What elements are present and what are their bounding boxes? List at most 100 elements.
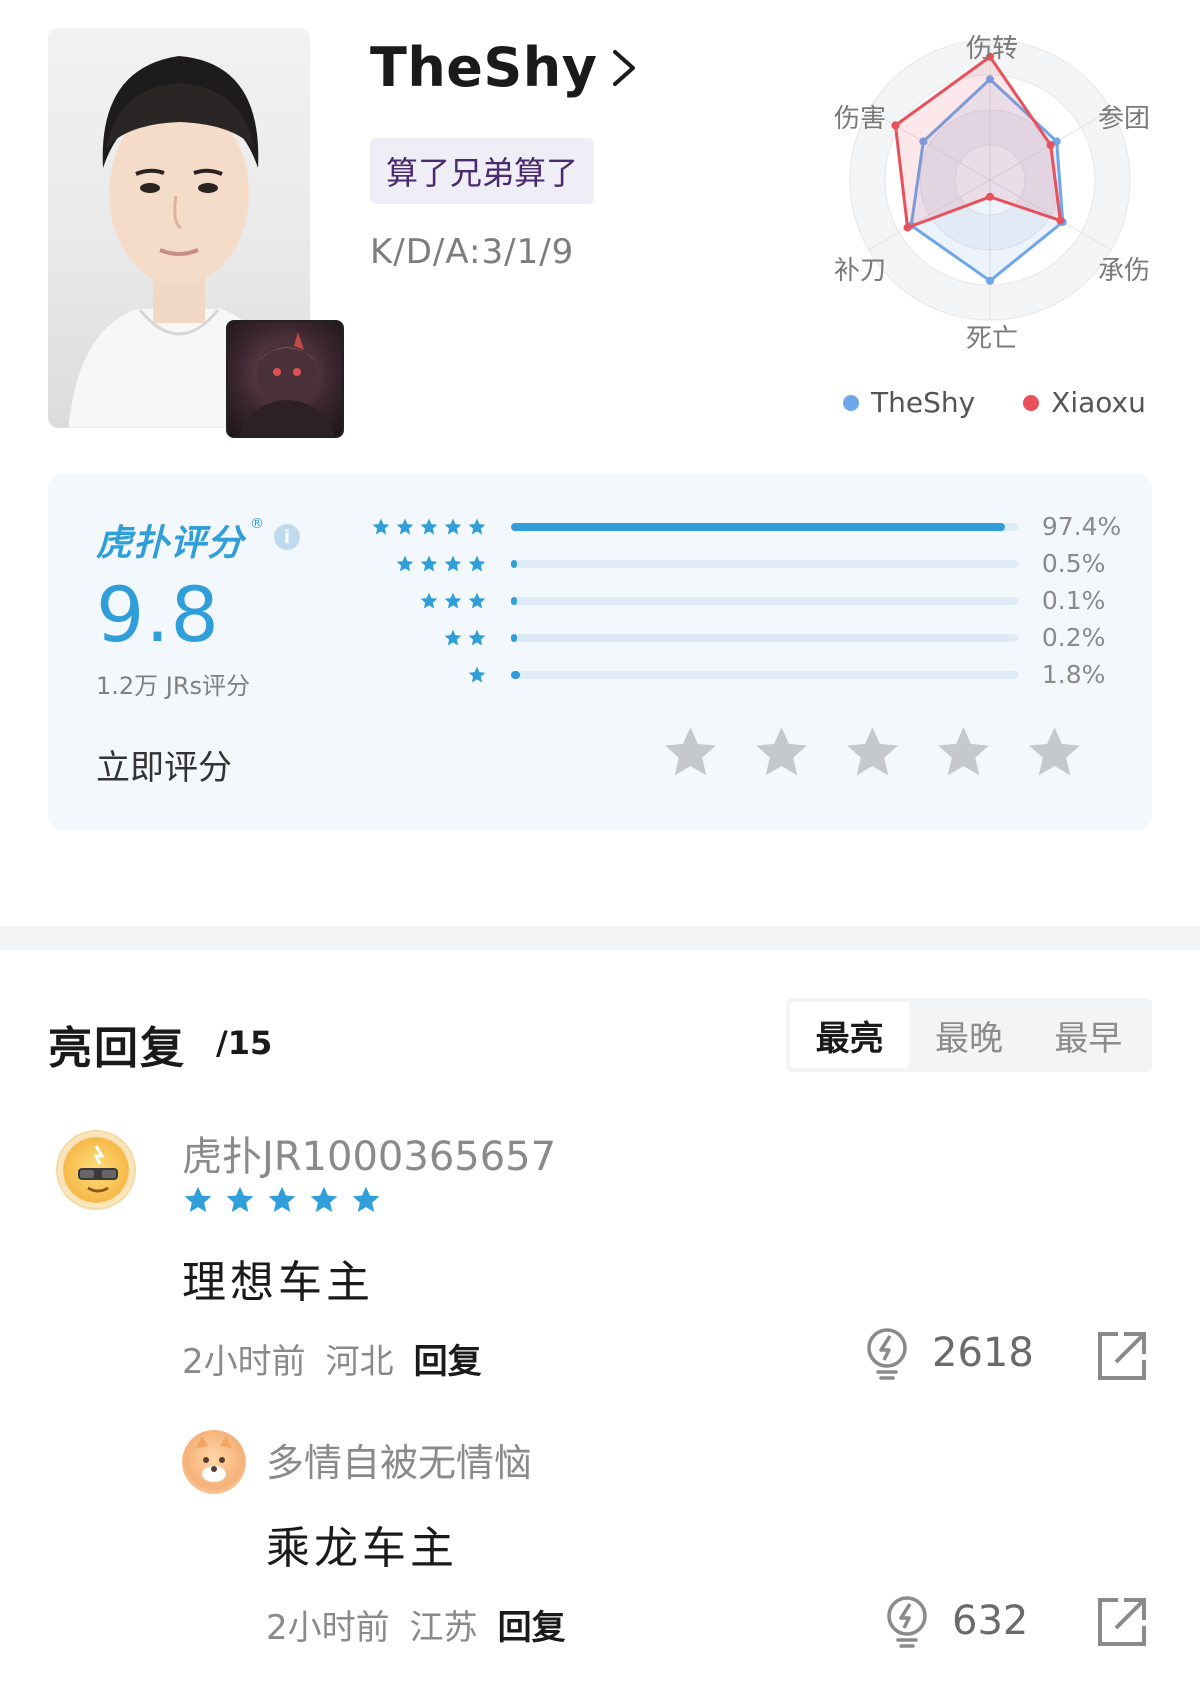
light-button[interactable]: 632: [884, 1594, 1028, 1648]
distribution-percent: 97.4%: [1041, 512, 1122, 541]
star-icon: [226, 1186, 254, 1212]
distribution-bar: [510, 670, 1018, 679]
star-icon: [468, 518, 486, 534]
tab-brightest[interactable]: 最亮: [790, 1002, 910, 1068]
legend-label-xiaoxu: Xiaoxu: [1051, 386, 1146, 419]
star-icon: [468, 629, 486, 645]
info-icon[interactable]: i: [274, 524, 301, 550]
legend-item-xiaoxu: Xiaoxu: [1023, 386, 1146, 419]
distribution-row-1-star: 1.8%: [328, 656, 1128, 693]
radar-point-xiaoxu: [891, 121, 900, 130]
distribution-bar: [510, 522, 1018, 531]
radar-point-xiaoxu: [1046, 141, 1055, 149]
avatar[interactable]: [56, 1130, 136, 1210]
rating-count: 1.2万 JRs评分: [96, 672, 251, 700]
radar-legend: TheShy Xiaoxu: [843, 386, 1146, 419]
distribution-percent: 1.8%: [1041, 660, 1106, 689]
light-count: 2618: [932, 1330, 1034, 1376]
tab-earliest[interactable]: 最早: [1029, 1002, 1148, 1068]
radar-label-deaths: 死亡: [966, 324, 1019, 354]
star-icon: [184, 1186, 212, 1212]
comment-username[interactable]: 多情自被无情恼: [266, 1432, 532, 1487]
distribution-row-5-star: 97.4%: [328, 508, 1128, 545]
rate-stars[interactable]: [660, 722, 1085, 783]
section-divider: [0, 926, 1200, 950]
star-icon: [444, 555, 462, 571]
radar-chart: 伤转 参团 承伤 死亡 补刀 伤害: [810, 18, 1170, 358]
distribution-bar: [510, 596, 1018, 605]
star-icon: [420, 592, 438, 608]
radar-point-xiaoxu: [1056, 216, 1065, 225]
legend-dot-theshy: [843, 394, 859, 411]
comment-time: 2小时前: [182, 1342, 306, 1382]
star-icon: [444, 629, 462, 645]
legend-label-theshy: TheShy: [871, 386, 976, 419]
distribution-percent: 0.2%: [1041, 623, 1106, 652]
distribution-row-3-star: 0.1%: [328, 582, 1128, 619]
distribution-row-2-star: 0.2%: [328, 619, 1128, 656]
comment-meta: 2小时前 江苏 回复: [266, 1600, 566, 1649]
distribution-stars: [328, 554, 487, 574]
distribution-bar-fill: [510, 559, 517, 568]
comment-text: 理想车主: [182, 1257, 374, 1308]
rating-score: 9.8: [96, 570, 220, 659]
comment-location: 河北: [325, 1342, 394, 1382]
distribution-percent: 0.5%: [1041, 549, 1106, 578]
avatar[interactable]: [182, 1430, 246, 1494]
kda-stat: K/D/A:3/1/9: [370, 232, 575, 272]
star-icon: [444, 518, 462, 534]
radar-svg: [849, 39, 1131, 321]
star-icon: [420, 555, 438, 571]
rate-star-4-icon[interactable]: [933, 722, 994, 783]
player-name: TheShy: [370, 36, 598, 99]
player-title-tag: 算了兄弟算了: [370, 138, 595, 204]
star-icon: [468, 555, 486, 571]
rate-star-5-icon[interactable]: [1024, 722, 1085, 783]
comment-username[interactable]: 虎扑JR1000365657: [182, 1124, 556, 1182]
rating-card: 虎扑评分 ® i 9.8 1.2万 JRs评分 立即评分 97.4% 0.5% 0.…: [48, 474, 1152, 830]
radar-label-damage-taken: 承伤: [1098, 256, 1151, 286]
distribution-bar: [510, 559, 1018, 568]
reply-button[interactable]: 回复: [498, 1600, 566, 1649]
reply-button[interactable]: 回复: [414, 1334, 482, 1383]
star-icon: [444, 592, 462, 608]
legend-item-theshy: TheShy: [843, 386, 975, 419]
tab-latest[interactable]: 最晚: [909, 1002, 1028, 1068]
star-icon: [420, 518, 438, 534]
distribution-stars: [328, 628, 487, 648]
comment-meta: 2小时前 河北 回复: [182, 1334, 482, 1383]
sort-tabs: 最亮 最晚 最早: [786, 998, 1152, 1072]
player-name-link[interactable]: TheShy: [370, 36, 639, 99]
comment-text: 乘龙车主: [266, 1523, 458, 1574]
share-icon[interactable]: [1096, 1330, 1148, 1382]
star-icon: [396, 555, 414, 571]
lightbulb-icon: [887, 1596, 927, 1648]
champion-thumbnail[interactable]: [226, 320, 344, 438]
radar-label-teamfight: 参团: [1098, 104, 1151, 134]
replies-title: 亮回复: [48, 1023, 186, 1074]
star-icon: [352, 1186, 380, 1212]
star-icon: [310, 1186, 338, 1212]
distribution-bar-fill: [510, 522, 1005, 531]
rate-star-3-icon[interactable]: [842, 722, 903, 783]
legend-dot-xiaoxu: [1023, 394, 1040, 411]
radar-point-xiaoxu: [986, 192, 994, 201]
star-icon: [268, 1186, 296, 1212]
comment-rating-stars: [182, 1184, 382, 1216]
rate-star-2-icon[interactable]: [751, 722, 812, 783]
star-icon: [372, 518, 390, 534]
radar-label-cs: 补刀: [834, 256, 887, 286]
chevron-right-icon: [613, 49, 636, 86]
rating-brand-logo: 虎扑评分: [96, 523, 245, 564]
rate-star-1-icon[interactable]: [660, 722, 721, 783]
radar-label-damage-conversion: 伤转: [966, 34, 1019, 64]
radar-point-theshy: [986, 276, 994, 285]
distribution-stars: [328, 591, 487, 611]
comment-location: 江苏: [409, 1608, 478, 1648]
distribution-stars: [328, 665, 487, 685]
rating-distribution: 97.4% 0.5% 0.1% 0.2% 1.8%: [328, 508, 1128, 693]
light-button[interactable]: 2618: [864, 1326, 1034, 1380]
distribution-stars: [328, 517, 487, 537]
share-icon[interactable]: [1096, 1596, 1148, 1648]
distribution-percent: 0.1%: [1041, 586, 1106, 615]
